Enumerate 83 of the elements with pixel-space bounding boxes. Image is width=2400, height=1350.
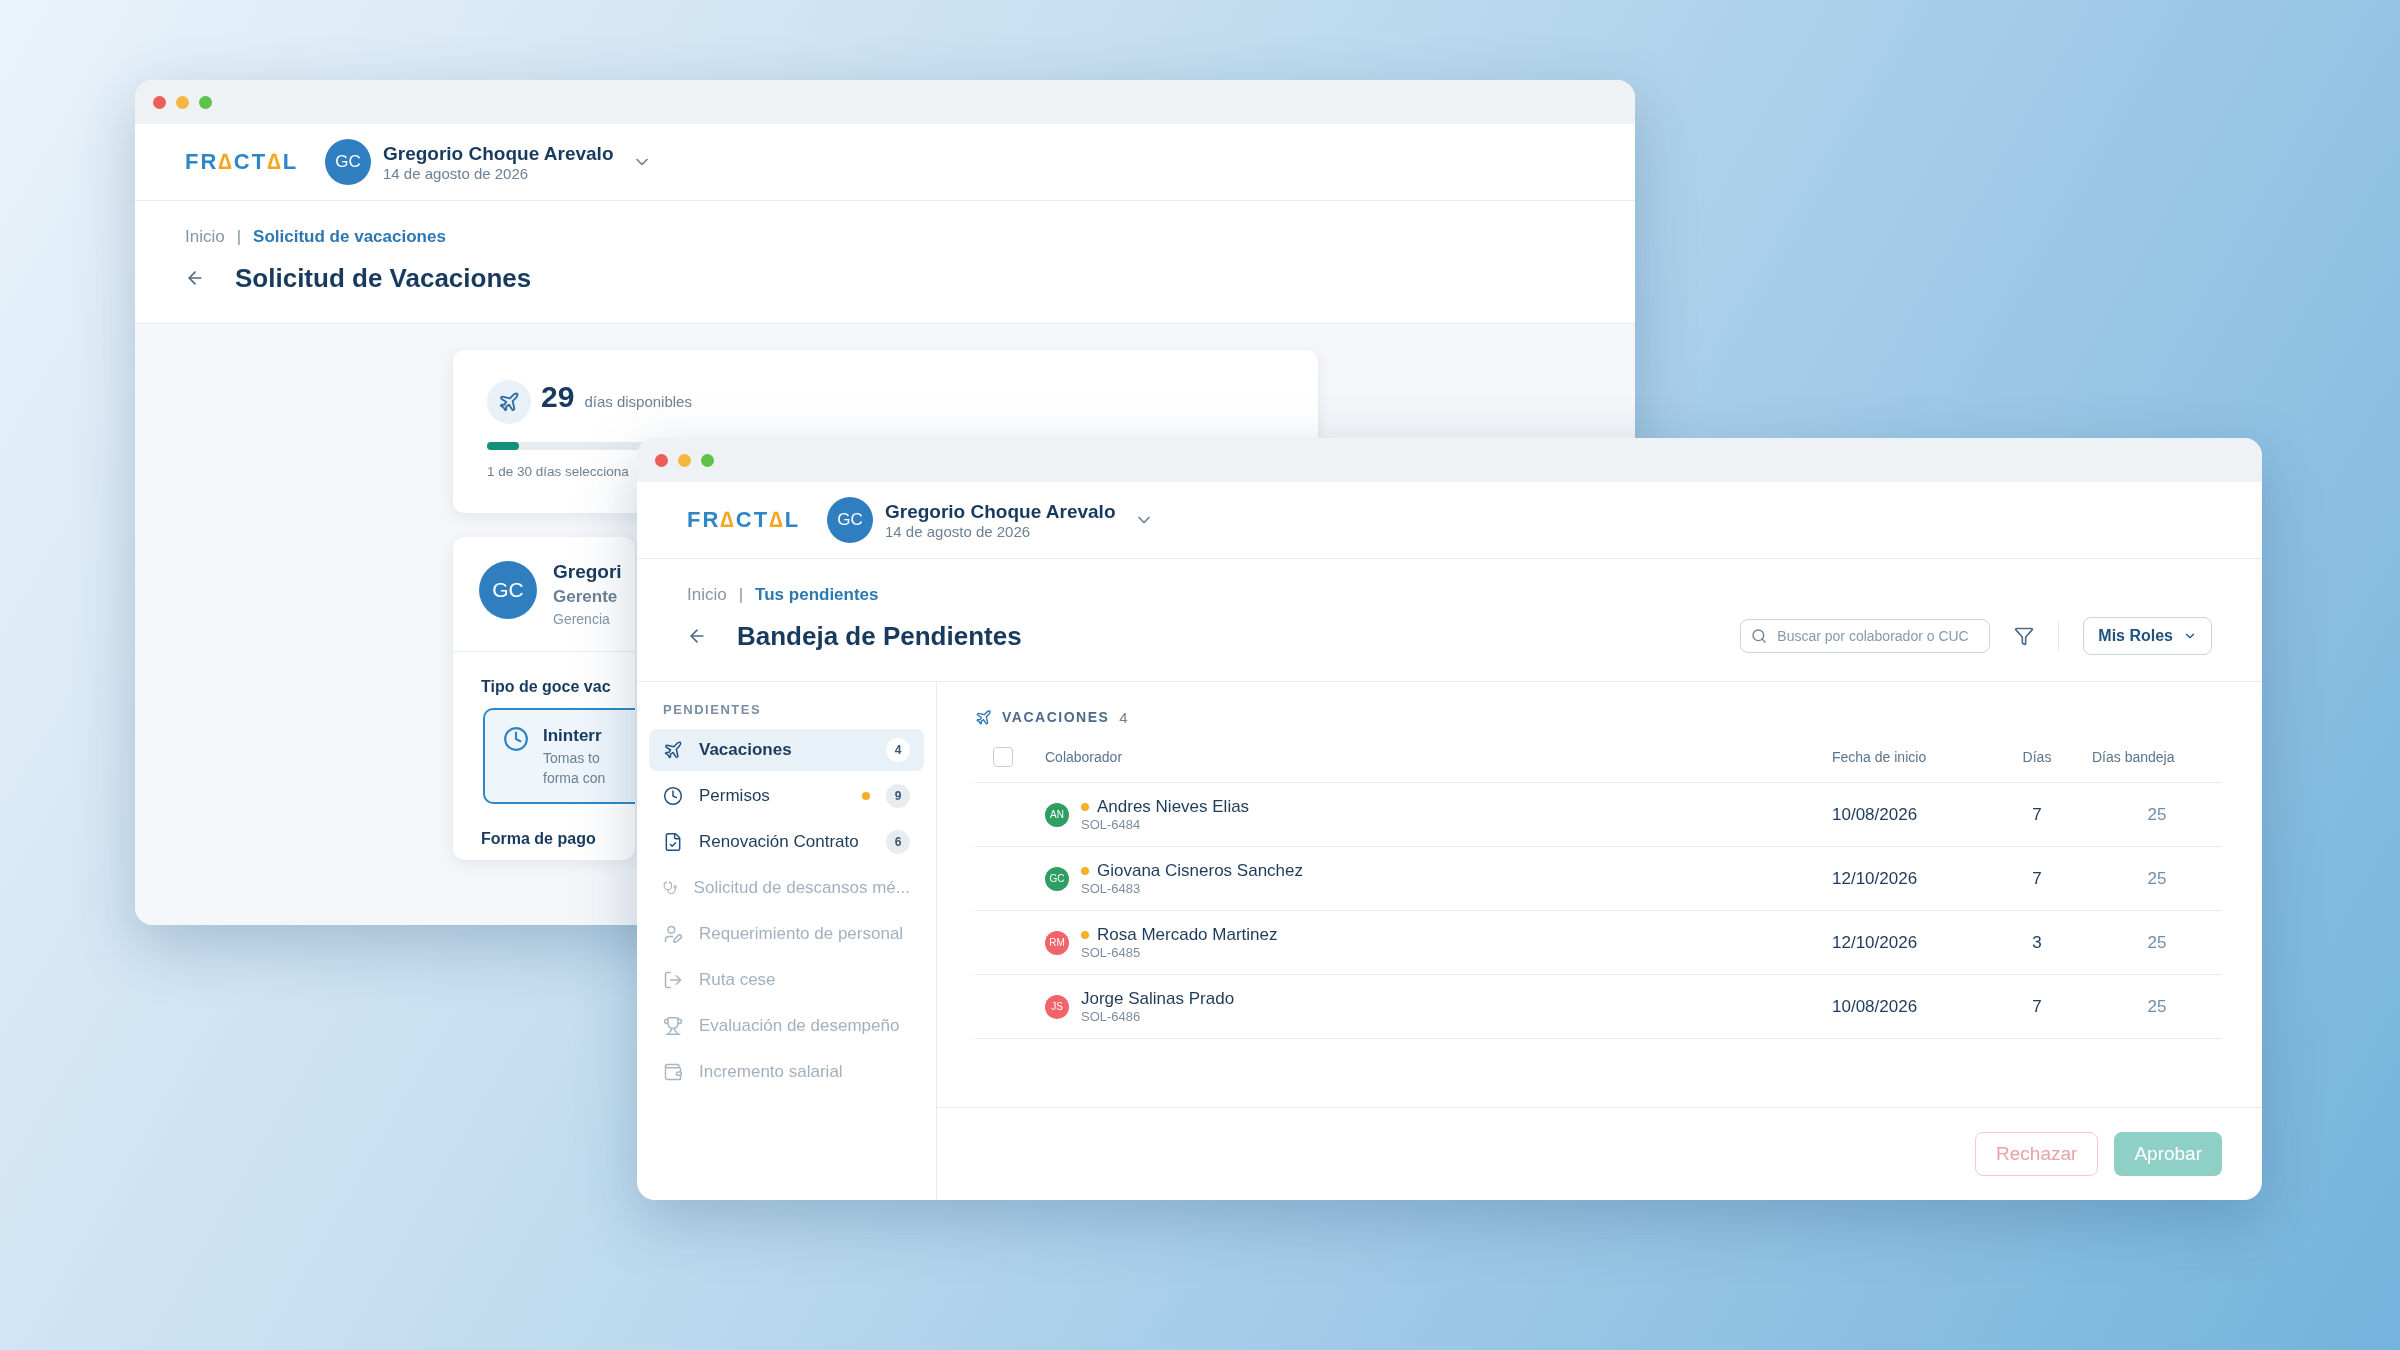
filter-icon[interactable] — [2014, 626, 2035, 646]
clock-icon — [503, 726, 529, 752]
selection-caption: 1 de 30 días selecciona — [487, 464, 629, 479]
profile-name: Gregori — [553, 561, 622, 583]
user-avatar[interactable]: GC — [827, 497, 873, 543]
column-header: Días bandeja — [2092, 749, 2176, 765]
search-field[interactable]: Buscar por colaborador o CUC — [1740, 619, 1991, 653]
trophy-icon — [663, 1016, 683, 1036]
breadcrumb-separator: | — [236, 227, 242, 247]
count-badge: 6 — [886, 830, 910, 854]
page-title: Solicitud de Vacaciones — [235, 262, 532, 294]
table-cell-text: 25 — [2146, 868, 2168, 889]
column-header: Fecha de inicio — [1832, 749, 1928, 765]
table-cell-text: 12/10/2026 — [1832, 868, 1919, 889]
maximize-button[interactable] — [199, 95, 212, 109]
profile-role: Gerente — [553, 587, 618, 607]
person-name[interactable]: Jorge Salinas Prado — [1081, 989, 1235, 1009]
person-name[interactable]: Andres Nieves Elias — [1097, 797, 1250, 817]
days-count: 29 — [541, 380, 575, 414]
user-edit-icon — [663, 924, 683, 944]
person-name[interactable]: Giovana Cisneros Sanchez — [1097, 861, 1303, 881]
request-code: SOL-6486 — [1081, 1009, 1141, 1024]
page-title: Bandeja de Pendientes — [737, 620, 1022, 652]
user-name: Gregorio Choque Arevalo — [383, 142, 614, 165]
sidebar-item[interactable]: Renovación Contrato 6 — [649, 821, 924, 863]
sidebar-item[interactable]: Vacaciones 4 — [649, 729, 924, 771]
close-button[interactable] — [153, 95, 166, 109]
table-cell-text: 12/10/2026 — [1832, 932, 1919, 953]
maximize-button[interactable] — [701, 453, 714, 467]
table-cell-text: 7 — [2031, 996, 2043, 1017]
person-avatar: GC — [1045, 866, 1069, 891]
profile-avatar: GC — [479, 561, 537, 619]
select-all-checkbox[interactable] — [993, 747, 1013, 767]
roles-dropdown[interactable]: Mis Roles — [2083, 617, 2212, 655]
table-cell-text: 25 — [2146, 932, 2168, 953]
days-label: días disponibles — [584, 393, 692, 410]
profile-area: Gerencia — [553, 611, 610, 627]
table-cell-text: 25 — [2146, 804, 2168, 825]
table-cell-text: 7 — [2031, 868, 2043, 889]
section-heading: Tipo de goce vac — [481, 678, 611, 696]
request-code: SOL-6484 — [1081, 817, 1141, 832]
close-button[interactable] — [655, 453, 668, 467]
document-check-icon — [663, 832, 683, 852]
breadcrumb-link[interactable]: Inicio — [185, 227, 225, 247]
breadcrumb-current[interactable]: Tus pendientes — [755, 585, 879, 605]
column-header: Días — [2021, 749, 2053, 765]
minimize-button[interactable] — [678, 453, 691, 467]
request-code: SOL-6485 — [1081, 945, 1141, 960]
person-avatar: RM — [1045, 930, 1069, 955]
brand-logo: FR∆CT∆L — [185, 149, 299, 174]
minimize-button[interactable] — [176, 95, 189, 109]
plane-icon — [975, 708, 992, 726]
breadcrumb-current[interactable]: Solicitud de vacaciones — [253, 227, 446, 247]
table-cell-text: 3 — [2031, 932, 2043, 953]
breadcrumb-link[interactable]: Inicio — [687, 585, 727, 605]
brand-logo: FR∆CT∆L — [687, 507, 801, 532]
table-cell-text: 7 — [2031, 804, 2043, 825]
plane-icon — [663, 740, 683, 760]
person-avatar: AN — [1045, 802, 1069, 827]
section-heading: Forma de pago — [481, 830, 596, 848]
column-header: Colaborador — [1045, 749, 1124, 765]
breadcrumb-separator: | — [738, 585, 744, 605]
count-badge: 4 — [886, 738, 910, 762]
count-badge: 9 — [886, 784, 910, 808]
user-avatar[interactable]: GC — [325, 139, 371, 185]
table-cell-text: 10/08/2026 — [1832, 804, 1919, 825]
plane-icon — [487, 380, 531, 424]
table-cell-text: 10/08/2026 — [1832, 996, 1919, 1017]
exit-icon — [663, 970, 683, 990]
person-avatar: JS — [1045, 994, 1069, 1019]
request-code: SOL-6483 — [1081, 881, 1141, 896]
current-date: 14 de agosto de 2026 — [383, 164, 530, 182]
sidebar-heading: PENDIENTES — [662, 702, 763, 719]
current-date: 14 de agosto de 2026 — [885, 522, 1032, 540]
person-name[interactable]: Rosa Mercado Martinez — [1097, 925, 1278, 945]
section-title: VACACIONES — [1002, 709, 1110, 725]
sidebar-item[interactable]: Permisos 9 — [649, 775, 924, 817]
wallet-icon — [663, 1062, 683, 1082]
leave-option[interactable]: Ininterr Tomas to forma con — [483, 708, 635, 804]
section-count: 4 — [1119, 708, 1128, 726]
table-cell-text: 25 — [2146, 996, 2168, 1017]
clock-icon — [663, 786, 683, 806]
user-name: Gregorio Choque Arevalo — [885, 500, 1116, 523]
